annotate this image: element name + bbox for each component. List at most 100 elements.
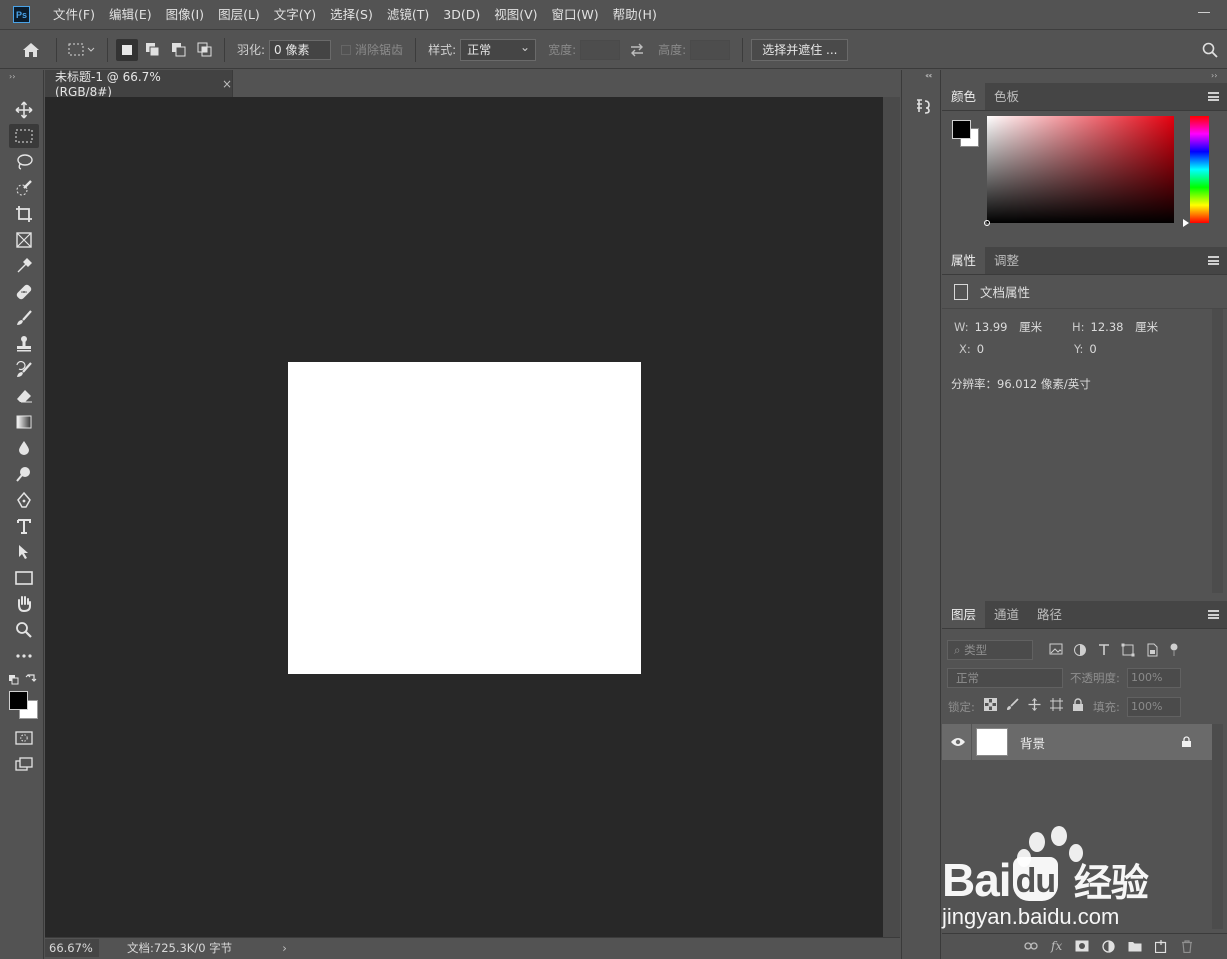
dodge-tool[interactable] bbox=[9, 462, 39, 486]
menu-select[interactable]: 选择(S) bbox=[323, 0, 380, 30]
minimize-button[interactable] bbox=[1197, 4, 1211, 18]
color-picker-field[interactable] bbox=[984, 116, 1174, 226]
image-filter-icon[interactable] bbox=[1049, 643, 1063, 655]
lock-icon[interactable] bbox=[1181, 736, 1192, 748]
lock-transparency-icon[interactable] bbox=[984, 698, 997, 711]
document-tab[interactable]: 未标题-1 @ 66.7%(RGB/8#) × bbox=[45, 70, 233, 99]
smart-object-filter-icon[interactable] bbox=[1145, 643, 1159, 657]
layer-row[interactable]: 背景 bbox=[942, 724, 1212, 760]
height-value[interactable]: 12.38 bbox=[1091, 320, 1124, 334]
eyedropper-tool[interactable] bbox=[9, 254, 39, 278]
menu-filter[interactable]: 滤镜(T) bbox=[380, 0, 436, 30]
zoom-tool[interactable] bbox=[9, 618, 39, 642]
panel-menu-icon[interactable] bbox=[1208, 610, 1219, 619]
quick-select-tool[interactable] bbox=[9, 176, 39, 200]
more-tools-button[interactable] bbox=[9, 644, 39, 668]
tab-color[interactable]: 颜色 bbox=[942, 83, 986, 110]
opacity-input[interactable]: 100% bbox=[1127, 668, 1181, 688]
path-selection-tool[interactable] bbox=[9, 540, 39, 564]
default-colors-button[interactable] bbox=[8, 674, 20, 689]
width-value[interactable]: 13.99 bbox=[975, 320, 1008, 334]
type-filter-icon[interactable] bbox=[1097, 643, 1111, 657]
subtract-selection-button[interactable] bbox=[168, 39, 190, 61]
blur-tool[interactable] bbox=[9, 436, 39, 460]
marquee-tool[interactable] bbox=[9, 124, 39, 148]
collapse-toolbar-icon[interactable]: ›› bbox=[9, 72, 15, 81]
swap-dimensions-button[interactable] bbox=[626, 39, 648, 61]
shape-filter-icon[interactable] bbox=[1121, 643, 1135, 657]
eye-icon[interactable] bbox=[950, 737, 966, 747]
properties-scrollbar[interactable] bbox=[1212, 309, 1223, 593]
new-selection-button[interactable] bbox=[116, 38, 138, 61]
foreground-color-swatch[interactable] bbox=[952, 120, 971, 139]
select-and-mask-button[interactable]: 选择并遮住 ... bbox=[751, 38, 849, 61]
history-panel-button[interactable] bbox=[912, 95, 934, 117]
quick-mask-button[interactable] bbox=[9, 726, 39, 750]
blend-mode-select[interactable]: 正常 bbox=[947, 668, 1063, 688]
antialias-checkbox[interactable] bbox=[341, 44, 352, 55]
panel-menu-icon[interactable] bbox=[1208, 256, 1219, 265]
fx-icon[interactable]: fx bbox=[1051, 939, 1062, 953]
lock-position-icon[interactable] bbox=[1028, 698, 1041, 711]
lock-all-icon[interactable] bbox=[1072, 698, 1084, 711]
canvas-area[interactable] bbox=[45, 97, 883, 937]
tab-swatches[interactable]: 色板 bbox=[985, 83, 1028, 110]
vertical-scrollbar[interactable] bbox=[883, 97, 900, 937]
new-layer-icon[interactable] bbox=[1155, 939, 1168, 953]
home-button[interactable] bbox=[20, 39, 42, 61]
rectangle-tool[interactable] bbox=[9, 566, 39, 590]
height-input[interactable] bbox=[690, 39, 731, 60]
healing-brush-tool[interactable] bbox=[9, 280, 39, 304]
eraser-tool[interactable] bbox=[9, 384, 39, 408]
lasso-tool[interactable] bbox=[9, 150, 39, 174]
menu-help[interactable]: 帮助(H) bbox=[606, 0, 664, 30]
menu-edit[interactable]: 编辑(E) bbox=[102, 0, 159, 30]
adjustment-layer-icon[interactable] bbox=[1102, 939, 1115, 953]
tab-properties[interactable]: 属性 bbox=[942, 247, 986, 274]
marquee-preset-picker[interactable] bbox=[65, 39, 99, 61]
tab-layers[interactable]: 图层 bbox=[942, 601, 986, 628]
layer-filter-select[interactable]: ⌕ 类型 bbox=[947, 640, 1033, 660]
link-layers-icon[interactable] bbox=[1024, 941, 1038, 951]
lock-pixels-icon[interactable] bbox=[1006, 698, 1019, 711]
clone-stamp-tool[interactable] bbox=[9, 332, 39, 356]
tab-channels[interactable]: 通道 bbox=[985, 601, 1028, 628]
collapse-dock-icon[interactable]: ‹‹ bbox=[925, 71, 931, 80]
zoom-level[interactable]: 66.67% bbox=[45, 938, 99, 957]
x-value[interactable]: 0 bbox=[977, 342, 984, 356]
crop-tool[interactable] bbox=[9, 202, 39, 226]
hue-slider-handle[interactable] bbox=[1183, 219, 1189, 227]
delete-layer-icon[interactable] bbox=[1181, 939, 1193, 953]
tab-paths[interactable]: 路径 bbox=[1028, 601, 1071, 628]
menu-view[interactable]: 视图(V) bbox=[487, 0, 544, 30]
menu-window[interactable]: 窗口(W) bbox=[545, 0, 606, 30]
status-menu-arrow[interactable]: › bbox=[282, 941, 287, 955]
document-canvas[interactable] bbox=[288, 362, 641, 674]
add-mask-icon[interactable] bbox=[1075, 940, 1089, 952]
hue-slider[interactable] bbox=[1183, 116, 1209, 227]
history-brush-tool[interactable] bbox=[9, 358, 39, 382]
type-tool[interactable] bbox=[9, 514, 39, 538]
menu-type[interactable]: 文字(Y) bbox=[267, 0, 323, 30]
hand-tool[interactable] bbox=[9, 592, 39, 616]
panel-menu-icon[interactable] bbox=[1208, 92, 1219, 101]
tab-adjustments[interactable]: 调整 bbox=[985, 247, 1028, 274]
collapse-panels-icon[interactable]: ›› bbox=[1211, 71, 1217, 80]
color-picker-marker[interactable] bbox=[984, 220, 990, 226]
layers-scrollbar[interactable] bbox=[1212, 724, 1223, 929]
move-tool[interactable] bbox=[9, 98, 39, 122]
adjustment-filter-icon[interactable] bbox=[1073, 643, 1087, 657]
menu-layer[interactable]: 图层(L) bbox=[211, 0, 267, 30]
fill-input[interactable]: 100% bbox=[1127, 697, 1181, 717]
filter-toggle-icon[interactable] bbox=[1169, 643, 1179, 657]
menu-file[interactable]: 文件(F) bbox=[46, 0, 102, 30]
y-value[interactable]: 0 bbox=[1089, 342, 1096, 356]
style-select[interactable]: 正常 bbox=[460, 37, 537, 61]
feather-input[interactable]: 0 像素 bbox=[269, 39, 332, 60]
lock-artboard-icon[interactable] bbox=[1050, 698, 1063, 711]
intersect-selection-button[interactable] bbox=[194, 39, 216, 61]
menu-image[interactable]: 图像(I) bbox=[159, 0, 211, 30]
layer-name[interactable]: 背景 bbox=[1020, 733, 1045, 752]
width-input[interactable] bbox=[580, 39, 621, 60]
swap-colors-button[interactable] bbox=[25, 673, 37, 688]
